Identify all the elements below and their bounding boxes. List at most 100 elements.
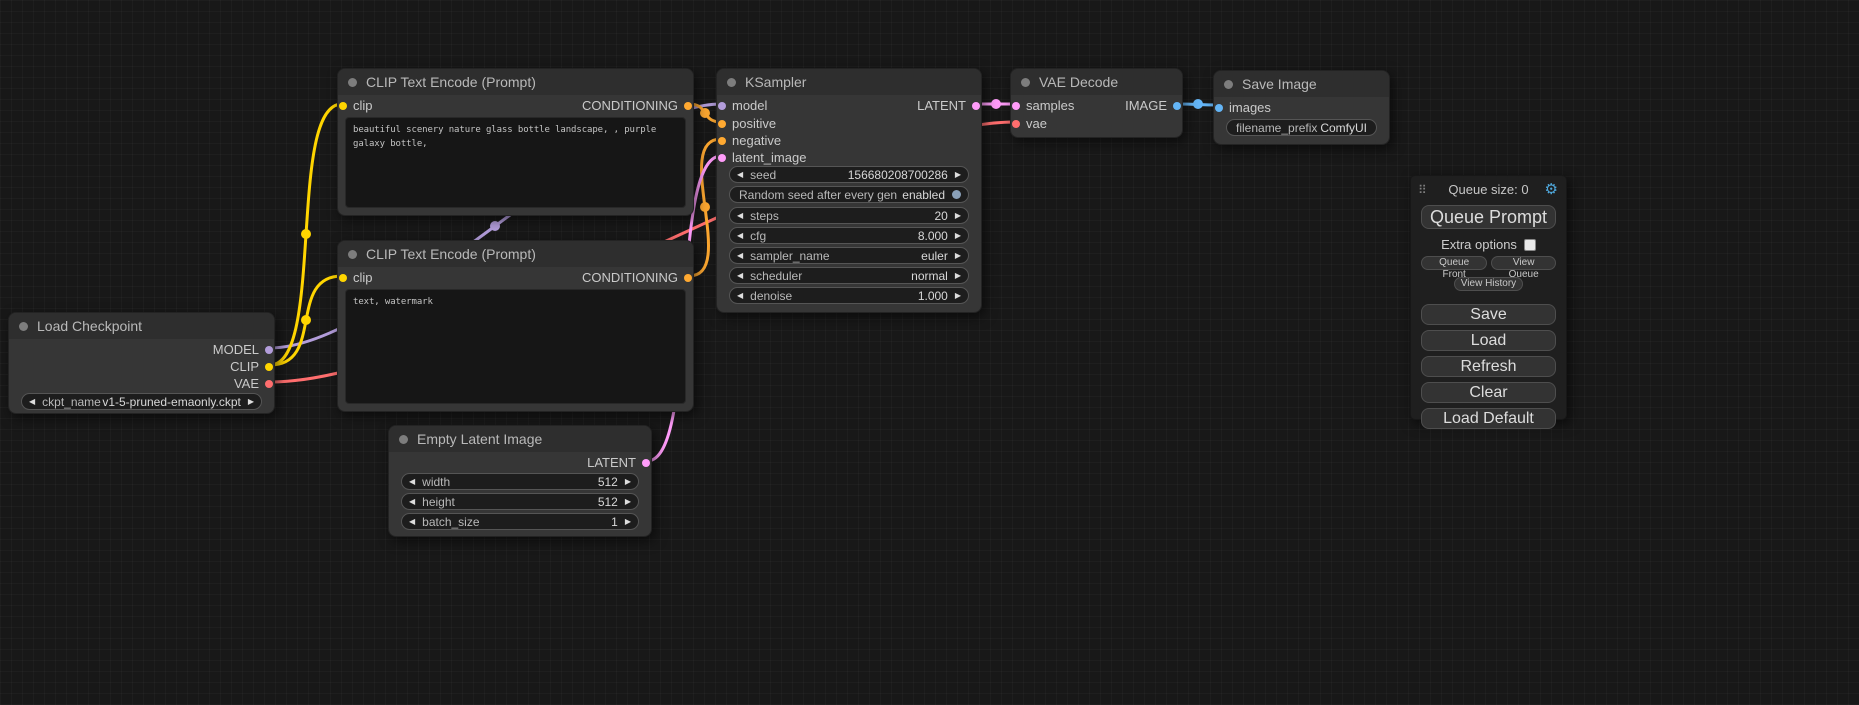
input-slot-model[interactable]: model bbox=[718, 97, 767, 114]
model-slot-dot[interactable] bbox=[265, 346, 273, 354]
image-slot-dot[interactable] bbox=[1215, 104, 1223, 112]
output-slot-conditioning[interactable]: CONDITIONING bbox=[582, 269, 692, 286]
conditioning-slot-dot[interactable] bbox=[684, 274, 692, 282]
save-button[interactable]: Save bbox=[1421, 304, 1556, 325]
node-ksampler[interactable]: KSampler model positive negative latent_… bbox=[716, 68, 982, 313]
latent-slot-dot[interactable] bbox=[972, 102, 980, 110]
input-slot-latent-image[interactable]: latent_image bbox=[718, 149, 806, 166]
output-slot-latent[interactable]: LATENT bbox=[587, 454, 650, 471]
output-slot-image[interactable]: IMAGE bbox=[1125, 97, 1181, 114]
clip-slot-dot[interactable] bbox=[265, 363, 273, 371]
arrow-left-icon[interactable]: ◀ bbox=[409, 478, 415, 486]
arrow-right-icon[interactable]: ▶ bbox=[625, 518, 631, 526]
node-empty-latent-image[interactable]: Empty Latent Image LATENT ◀ width 512 ▶ … bbox=[388, 425, 652, 537]
extra-options-checkbox[interactable] bbox=[1524, 239, 1536, 251]
node-clip-text-encode-negative[interactable]: CLIP Text Encode (Prompt) clip CONDITION… bbox=[337, 240, 694, 412]
clear-button[interactable]: Clear bbox=[1421, 382, 1556, 403]
arrow-right-icon[interactable]: ▶ bbox=[955, 272, 961, 280]
input-slot-clip[interactable]: clip bbox=[339, 97, 373, 114]
node-collapse-dot[interactable] bbox=[19, 322, 28, 331]
node-collapse-dot[interactable] bbox=[1021, 78, 1030, 87]
input-slot-samples[interactable]: samples bbox=[1012, 97, 1074, 114]
node-collapse-dot[interactable] bbox=[348, 250, 357, 259]
load-button[interactable]: Load bbox=[1421, 330, 1556, 351]
node-vae-decode[interactable]: VAE Decode samples vae IMAGE bbox=[1010, 68, 1183, 138]
drag-handle-icon[interactable]: ⠿ bbox=[1418, 182, 1427, 199]
widget-random-seed-toggle[interactable]: Random seed after every gen enabled bbox=[729, 186, 969, 203]
arrow-left-icon[interactable]: ◀ bbox=[737, 272, 743, 280]
settings-gear-icon[interactable]: ⚙ bbox=[1545, 181, 1558, 198]
image-slot-dot[interactable] bbox=[1173, 102, 1181, 110]
arrow-left-icon[interactable]: ◀ bbox=[737, 252, 743, 260]
output-slot-model[interactable]: MODEL bbox=[213, 341, 273, 358]
widget-steps[interactable]: ◀ steps 20 ▶ bbox=[729, 207, 969, 224]
widget-width[interactable]: ◀ width 512 ▶ bbox=[401, 473, 639, 490]
view-queue-button[interactable]: View Queue bbox=[1491, 256, 1556, 270]
arrow-right-icon[interactable]: ▶ bbox=[625, 478, 631, 486]
arrow-right-icon[interactable]: ▶ bbox=[955, 292, 961, 300]
view-history-button[interactable]: View History bbox=[1454, 277, 1523, 291]
widget-batch-size[interactable]: ◀ batch_size 1 ▶ bbox=[401, 513, 639, 530]
arrow-left-icon[interactable]: ◀ bbox=[409, 498, 415, 506]
widget-scheduler[interactable]: ◀ scheduler normal ▶ bbox=[729, 267, 969, 284]
node-title-bar[interactable]: KSampler bbox=[717, 69, 981, 95]
widget-cfg[interactable]: ◀ cfg 8.000 ▶ bbox=[729, 227, 969, 244]
prompt-textarea[interactable]: text, watermark bbox=[345, 289, 686, 404]
latent-slot-dot[interactable] bbox=[642, 459, 650, 467]
node-collapse-dot[interactable] bbox=[727, 78, 736, 87]
widget-seed[interactable]: ◀ seed 156680208700286 ▶ bbox=[729, 166, 969, 183]
node-title-bar[interactable]: Load Checkpoint bbox=[9, 313, 274, 339]
conditioning-slot-dot[interactable] bbox=[718, 120, 726, 128]
conditioning-slot-dot[interactable] bbox=[684, 102, 692, 110]
node-title-bar[interactable]: VAE Decode bbox=[1011, 69, 1182, 95]
node-collapse-dot[interactable] bbox=[399, 435, 408, 444]
model-slot-dot[interactable] bbox=[718, 102, 726, 110]
node-clip-text-encode-positive[interactable]: CLIP Text Encode (Prompt) clip CONDITION… bbox=[337, 68, 694, 216]
node-load-checkpoint[interactable]: Load Checkpoint MODEL CLIP VAE ◀ ckpt_na… bbox=[8, 312, 275, 414]
node-collapse-dot[interactable] bbox=[1224, 80, 1233, 89]
input-slot-negative[interactable]: negative bbox=[718, 132, 781, 149]
output-slot-conditioning[interactable]: CONDITIONING bbox=[582, 97, 692, 114]
widget-denoise[interactable]: ◀ denoise 1.000 ▶ bbox=[729, 287, 969, 304]
output-slot-vae[interactable]: VAE bbox=[234, 375, 273, 392]
widget-filename-prefix[interactable]: filename_prefix ComfyUI bbox=[1226, 119, 1377, 136]
arrow-right-icon[interactable]: ▶ bbox=[955, 252, 961, 260]
prompt-textarea[interactable]: beautiful scenery nature glass bottle la… bbox=[345, 117, 686, 208]
input-slot-images[interactable]: images bbox=[1215, 99, 1271, 116]
input-slot-vae[interactable]: vae bbox=[1012, 115, 1047, 132]
node-title-bar[interactable]: Empty Latent Image bbox=[389, 426, 651, 452]
node-graph-canvas[interactable]: Load Checkpoint MODEL CLIP VAE ◀ ckpt_na… bbox=[0, 0, 1859, 705]
input-slot-positive[interactable]: positive bbox=[718, 115, 776, 132]
queue-front-button[interactable]: Queue Front bbox=[1421, 256, 1487, 270]
input-slot-clip[interactable]: clip bbox=[339, 269, 373, 286]
latent-slot-dot[interactable] bbox=[1012, 102, 1020, 110]
toggle-on-dot[interactable] bbox=[952, 190, 961, 199]
node-save-image[interactable]: Save Image images filename_prefix ComfyU… bbox=[1213, 70, 1390, 145]
arrow-right-icon[interactable]: ▶ bbox=[248, 398, 254, 406]
clip-slot-dot[interactable] bbox=[339, 274, 347, 282]
arrow-left-icon[interactable]: ◀ bbox=[737, 292, 743, 300]
arrow-right-icon[interactable]: ▶ bbox=[955, 212, 961, 220]
arrow-left-icon[interactable]: ◀ bbox=[29, 398, 35, 406]
widget-ckpt-name[interactable]: ◀ ckpt_name v1-5-pruned-emaonly.ckpt ▶ bbox=[21, 393, 262, 410]
node-title-bar[interactable]: CLIP Text Encode (Prompt) bbox=[338, 69, 693, 95]
output-slot-latent[interactable]: LATENT bbox=[917, 97, 980, 114]
arrow-right-icon[interactable]: ▶ bbox=[955, 171, 961, 179]
arrow-left-icon[interactable]: ◀ bbox=[737, 212, 743, 220]
conditioning-slot-dot[interactable] bbox=[718, 137, 726, 145]
node-title-bar[interactable]: Save Image bbox=[1214, 71, 1389, 97]
arrow-left-icon[interactable]: ◀ bbox=[737, 232, 743, 240]
output-slot-clip[interactable]: CLIP bbox=[230, 358, 273, 375]
load-default-button[interactable]: Load Default bbox=[1421, 408, 1556, 429]
vae-slot-dot[interactable] bbox=[265, 380, 273, 388]
clip-slot-dot[interactable] bbox=[339, 102, 347, 110]
node-collapse-dot[interactable] bbox=[348, 78, 357, 87]
latent-slot-dot[interactable] bbox=[718, 154, 726, 162]
refresh-button[interactable]: Refresh bbox=[1421, 356, 1556, 377]
arrow-left-icon[interactable]: ◀ bbox=[409, 518, 415, 526]
node-title-bar[interactable]: CLIP Text Encode (Prompt) bbox=[338, 241, 693, 267]
widget-height[interactable]: ◀ height 512 ▶ bbox=[401, 493, 639, 510]
arrow-left-icon[interactable]: ◀ bbox=[737, 171, 743, 179]
vae-slot-dot[interactable] bbox=[1012, 120, 1020, 128]
arrow-right-icon[interactable]: ▶ bbox=[625, 498, 631, 506]
